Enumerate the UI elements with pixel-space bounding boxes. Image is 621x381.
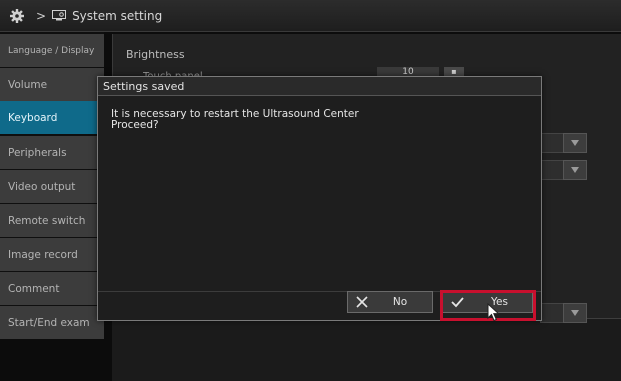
sidebar: Language / Display Volume Keyboard Perip… (0, 32, 104, 339)
sidebar-item-label: Start/End exam (8, 316, 90, 329)
settings-saved-dialog: Settings saved It is necessary to restar… (97, 76, 542, 321)
sidebar-item-label: Volume (8, 78, 48, 91)
chevron-down-icon[interactable] (563, 160, 587, 180)
dialog-message-line: Proceed? (111, 119, 159, 131)
title-bar: > System setting (0, 0, 621, 32)
page-title: System setting (72, 8, 163, 23)
sidebar-item-volume[interactable]: Volume (0, 68, 104, 101)
brightness-label: Brightness (126, 48, 185, 61)
gear-icon (10, 8, 24, 23)
dialog-title: Settings saved (98, 77, 541, 96)
no-button-label: No (392, 296, 408, 308)
no-button[interactable]: No (347, 291, 433, 313)
sidebar-item-peripherals[interactable]: Peripherals (0, 136, 104, 169)
sidebar-item-label: Language / Display (8, 45, 95, 56)
sidebar-item-label: Video output (8, 180, 76, 193)
breadcrumb-separator: > (36, 8, 47, 23)
sidebar-item-remote-switch[interactable]: Remote switch (0, 204, 104, 237)
screen: > System setting Language / Display Volu… (0, 0, 621, 381)
chevron-down-icon[interactable] (563, 303, 587, 323)
sidebar-item-label: Keyboard (8, 111, 58, 124)
sidebar-item-keyboard[interactable]: Keyboard (0, 101, 104, 134)
monitor-settings-icon (52, 10, 67, 21)
dialog-message: It is necessary to restart the Ultrasoun… (111, 109, 359, 131)
sidebar-item-language-display[interactable]: Language / Display (0, 34, 104, 67)
chevron-down-icon[interactable] (563, 133, 587, 153)
mouse-pointer-icon (487, 302, 500, 326)
sidebar-item-label: Image record (8, 248, 78, 261)
sidebar-item-label: Remote switch (8, 214, 86, 227)
sidebar-item-comment[interactable]: Comment (0, 272, 104, 305)
sidebar-item-video-output[interactable]: Video output (0, 170, 104, 203)
sidebar-item-image-record[interactable]: Image record (0, 238, 104, 271)
settings-panel-footer (112, 318, 621, 381)
sidebar-item-label: Comment (8, 282, 60, 295)
sidebar-item-label: Peripherals (8, 146, 67, 159)
sidebar-item-start-end-exam[interactable]: Start/End exam (0, 306, 104, 339)
